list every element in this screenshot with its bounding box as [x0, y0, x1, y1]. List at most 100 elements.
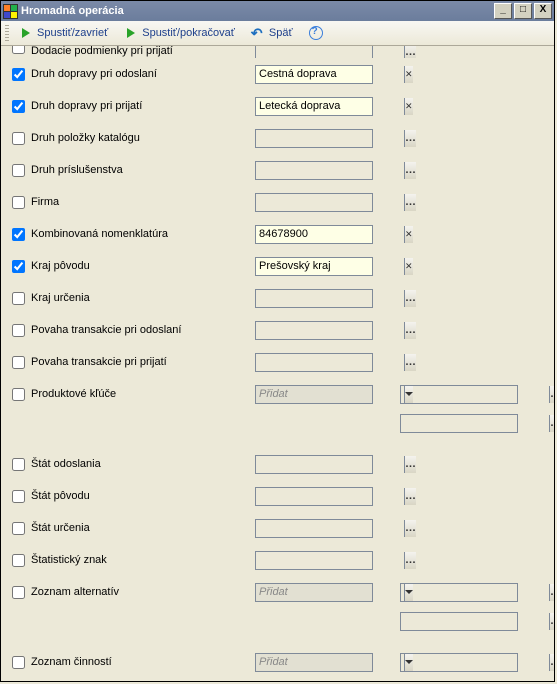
- row-input[interactable]: [256, 488, 404, 505]
- lookup-button[interactable]: [404, 322, 416, 339]
- form-row: Zoznam činností: [7, 646, 548, 678]
- run-continue-button[interactable]: Spustiť/pokračovať: [118, 24, 241, 42]
- row-checkbox[interactable]: [12, 100, 25, 113]
- form-row: Druh dopravy pri odoslaní: [7, 58, 548, 90]
- lookup-button[interactable]: [549, 415, 554, 432]
- form-row: Druh príslušenstva: [7, 154, 548, 186]
- row-checkbox[interactable]: [12, 324, 25, 337]
- lookup-button[interactable]: [549, 584, 554, 601]
- row-input[interactable]: [256, 584, 404, 601]
- row-input[interactable]: [256, 98, 404, 115]
- lookup-button[interactable]: [404, 552, 416, 569]
- row-input[interactable]: [256, 194, 404, 211]
- row-checkbox[interactable]: [12, 46, 25, 54]
- form-row: [7, 608, 548, 634]
- lookup-button[interactable]: [404, 354, 416, 371]
- form-scroll-area[interactable]: Dodacie podmienky pri prijatí Druh dopra…: [1, 46, 554, 681]
- row-checkbox[interactable]: [12, 68, 25, 81]
- row-input[interactable]: [256, 322, 404, 339]
- lookup-button[interactable]: [549, 386, 554, 403]
- lookup-button[interactable]: [404, 46, 416, 58]
- row-checkbox[interactable]: [12, 356, 25, 369]
- window-title: Hromadná operácia: [21, 5, 124, 17]
- close-window-button[interactable]: X: [534, 3, 552, 19]
- row-input[interactable]: [256, 258, 404, 275]
- row-checkbox[interactable]: [12, 458, 25, 471]
- row-input[interactable]: [256, 226, 404, 243]
- row-input[interactable]: [256, 290, 404, 307]
- row-checkbox[interactable]: [12, 132, 25, 145]
- form-row: Dodacie podmienky pri prijatí: [7, 46, 548, 58]
- clear-button[interactable]: [404, 98, 413, 115]
- play-icon: [19, 26, 33, 40]
- form-row: Druh položky katalógu: [7, 122, 548, 154]
- form-row: Štát odoslania: [7, 448, 548, 480]
- help-icon: [309, 26, 323, 40]
- row-input[interactable]: [256, 66, 404, 83]
- row-input[interactable]: [256, 130, 404, 147]
- lookup-button[interactable]: [549, 654, 554, 671]
- row-input[interactable]: [256, 654, 404, 671]
- form-row: [7, 410, 548, 436]
- row-checkbox[interactable]: [12, 586, 25, 599]
- extra-input[interactable]: [401, 613, 549, 630]
- row-input[interactable]: [256, 46, 404, 58]
- clear-button[interactable]: [404, 226, 413, 243]
- form-row: Firma: [7, 186, 548, 218]
- row-input[interactable]: [256, 162, 404, 179]
- row-checkbox[interactable]: [12, 260, 25, 273]
- form-row: Kraj určenia: [7, 282, 548, 314]
- row-input[interactable]: [256, 552, 404, 569]
- row-checkbox[interactable]: [12, 554, 25, 567]
- extra-input[interactable]: [401, 584, 549, 601]
- help-button[interactable]: [303, 24, 333, 42]
- row-input[interactable]: [256, 354, 404, 371]
- row-checkbox[interactable]: [12, 522, 25, 535]
- form-row: Štát pôvodu: [7, 480, 548, 512]
- row-checkbox[interactable]: [12, 228, 25, 241]
- row-checkbox[interactable]: [12, 490, 25, 503]
- row-label: Zoznam alternatív: [29, 586, 255, 598]
- lookup-button[interactable]: [404, 290, 416, 307]
- extra-input[interactable]: [401, 415, 549, 432]
- row-label: Zoznam činností: [29, 656, 255, 668]
- maximize-button[interactable]: □: [514, 3, 532, 19]
- lookup-button[interactable]: [549, 613, 554, 630]
- back-button[interactable]: Späť: [245, 24, 299, 42]
- lookup-button[interactable]: [404, 162, 416, 179]
- row-checkbox[interactable]: [12, 656, 25, 669]
- row-checkbox[interactable]: [12, 292, 25, 305]
- clear-button[interactable]: [404, 258, 413, 275]
- form-row: Štatistický znak: [7, 544, 548, 576]
- row-label: Druh dopravy pri odoslaní: [29, 68, 255, 80]
- run-close-button[interactable]: Spustiť/zavrieť: [13, 24, 114, 42]
- row-checkbox[interactable]: [12, 388, 25, 401]
- lookup-button[interactable]: [404, 520, 416, 537]
- form-row: Zoznam alternatív: [7, 576, 548, 608]
- dropdown-button[interactable]: [404, 584, 413, 601]
- lookup-button[interactable]: [404, 456, 416, 473]
- dropdown-button[interactable]: [404, 386, 413, 403]
- row-input[interactable]: [256, 456, 404, 473]
- extra-input[interactable]: [401, 386, 549, 403]
- row-label: Kraj pôvodu: [29, 260, 255, 272]
- row-input[interactable]: [256, 520, 404, 537]
- row-checkbox[interactable]: [12, 196, 25, 209]
- row-input[interactable]: [256, 386, 404, 403]
- lookup-button[interactable]: [404, 488, 416, 505]
- bulk-operation-window: Hromadná operácia _ □ X Spustiť/zavrieť …: [0, 0, 555, 682]
- minimize-button[interactable]: _: [494, 3, 512, 19]
- row-label: Druh položky katalógu: [29, 132, 255, 144]
- extra-input[interactable]: [401, 654, 549, 671]
- row-label: Štát odoslania: [29, 458, 255, 470]
- row-checkbox[interactable]: [12, 164, 25, 177]
- form-row: [7, 678, 548, 681]
- play-icon: [124, 26, 138, 40]
- clear-button[interactable]: [404, 66, 413, 83]
- lookup-button[interactable]: [404, 194, 416, 211]
- lookup-button[interactable]: [404, 130, 416, 147]
- form-row: Štát určenia: [7, 512, 548, 544]
- row-label: Štát pôvodu: [29, 490, 255, 502]
- row-label: Kraj určenia: [29, 292, 255, 304]
- dropdown-button[interactable]: [404, 654, 413, 671]
